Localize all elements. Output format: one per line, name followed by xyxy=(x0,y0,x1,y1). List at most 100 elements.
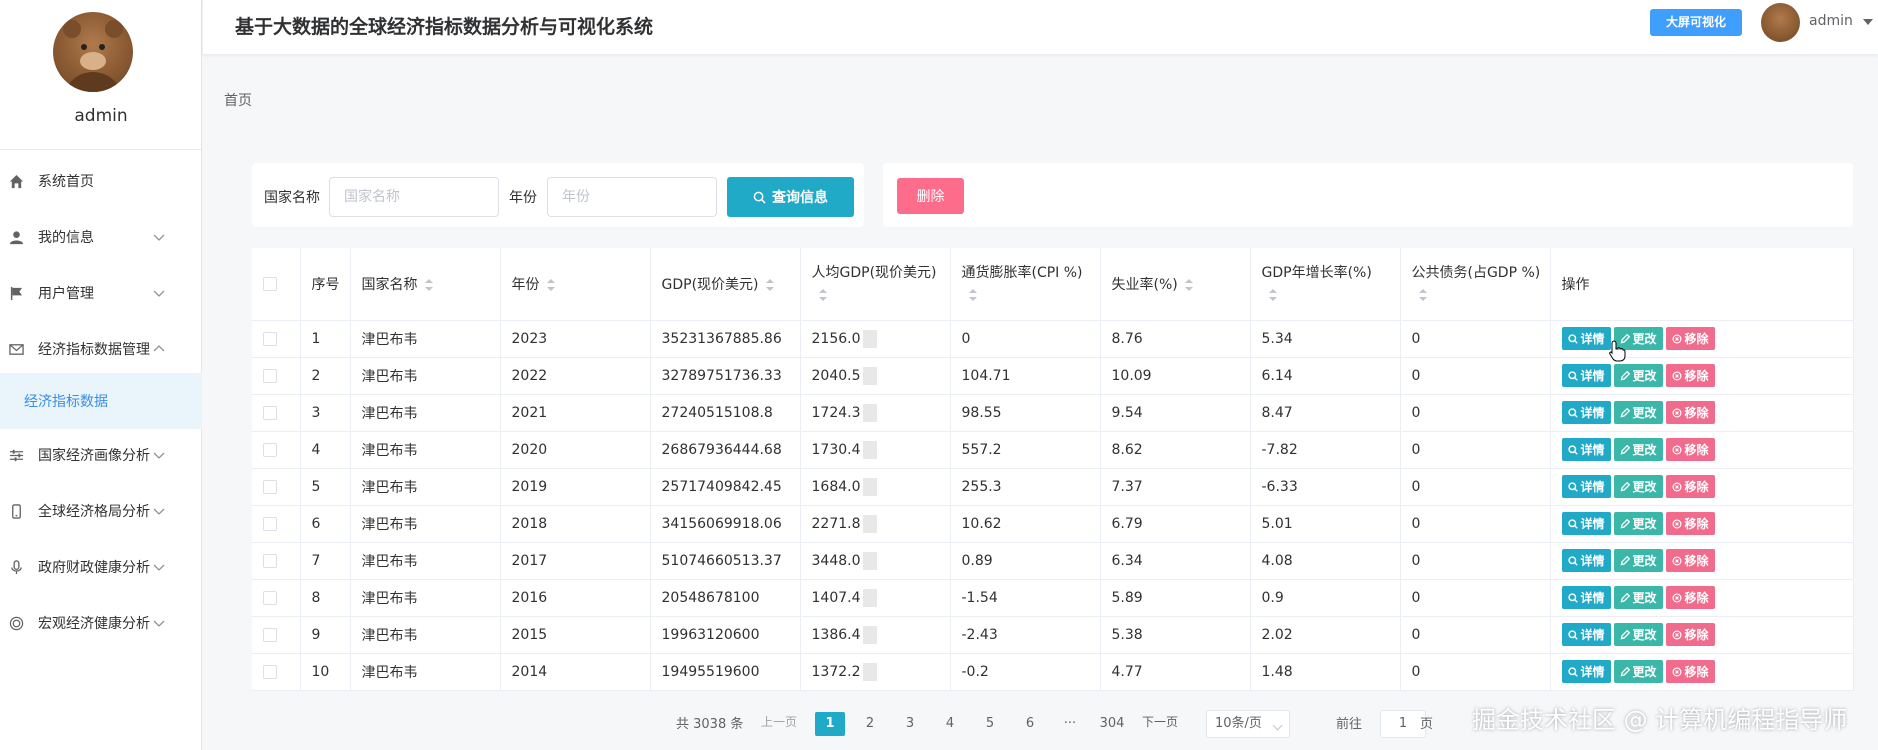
detail-button[interactable]: 详情 xyxy=(1561,512,1611,535)
row-checkbox-cell[interactable] xyxy=(252,468,301,506)
sort-icon[interactable] xyxy=(765,278,775,292)
sidebar-item-3[interactable]: 经济指标数据管理 xyxy=(0,321,202,377)
sidebar-item-1[interactable]: 我的信息 xyxy=(0,209,202,265)
sidebar-item-4[interactable]: 经济指标数据 xyxy=(0,373,202,429)
row-checkbox-cell[interactable] xyxy=(252,616,301,654)
detail-button[interactable]: 详情 xyxy=(1561,549,1611,572)
page-size-select[interactable]: 10条/页 xyxy=(1206,710,1290,738)
row-checkbox[interactable] xyxy=(263,442,277,457)
remove-button[interactable]: 移除 xyxy=(1665,364,1715,387)
page-number[interactable]: 4 xyxy=(935,712,965,736)
row-checkbox[interactable] xyxy=(263,331,277,346)
header-select-all[interactable] xyxy=(252,248,301,321)
edit-button[interactable]: 更改 xyxy=(1613,512,1663,535)
remove-button[interactable]: 移除 xyxy=(1665,401,1715,424)
column-header[interactable]: GDP年增长率(%) xyxy=(1250,248,1401,321)
page-number[interactable]: 5 xyxy=(975,712,1005,736)
edit-button[interactable]: 更改 xyxy=(1613,401,1663,424)
user-avatar[interactable] xyxy=(1761,3,1800,42)
column-header[interactable]: 国家名称 xyxy=(350,248,501,321)
row-checkbox-cell[interactable] xyxy=(252,320,301,358)
detail-button[interactable]: 详情 xyxy=(1561,475,1611,498)
remove-button[interactable]: 移除 xyxy=(1665,586,1715,609)
query-button[interactable]: 查询信息 xyxy=(727,177,854,217)
table-cell: 26867936444.68 xyxy=(650,431,801,469)
select-all-checkbox[interactable] xyxy=(263,276,277,291)
country-input[interactable] xyxy=(329,177,499,217)
edit-button[interactable]: 更改 xyxy=(1613,438,1663,461)
row-checkbox-cell[interactable] xyxy=(252,542,301,580)
sidebar-item-6[interactable]: 全球经济格局分析 xyxy=(0,483,202,539)
remove-button[interactable]: 移除 xyxy=(1665,660,1715,683)
page-number[interactable]: 3 xyxy=(895,712,925,736)
edit-button[interactable]: 更改 xyxy=(1613,623,1663,646)
remove-button[interactable]: 移除 xyxy=(1665,438,1715,461)
sidebar-item-0[interactable]: 系统首页 xyxy=(0,153,202,209)
sort-icon[interactable] xyxy=(968,288,978,302)
remove-button[interactable]: 移除 xyxy=(1665,475,1715,498)
sort-icon[interactable] xyxy=(818,288,828,302)
delete-button[interactable]: 删除 xyxy=(897,178,964,214)
bigscreen-button[interactable]: 大屏可视化 xyxy=(1650,9,1742,36)
row-checkbox-cell[interactable] xyxy=(252,431,301,469)
breadcrumb[interactable]: 首页 xyxy=(224,90,252,110)
column-header[interactable]: 人均GDP(现价美元) xyxy=(800,248,951,321)
row-checkbox[interactable] xyxy=(263,664,277,679)
detail-button[interactable]: 详情 xyxy=(1561,364,1611,387)
page-ellipsis[interactable]: ··· xyxy=(1055,712,1085,736)
row-checkbox[interactable] xyxy=(263,590,277,605)
edit-button[interactable]: 更改 xyxy=(1613,586,1663,609)
header-username[interactable]: admin xyxy=(1809,13,1853,29)
remove-button[interactable]: 移除 xyxy=(1665,512,1715,535)
detail-button[interactable]: 详情 xyxy=(1561,401,1611,424)
row-checkbox[interactable] xyxy=(263,405,277,420)
sort-icon[interactable] xyxy=(1184,278,1194,292)
column-header[interactable]: 年份 xyxy=(500,248,651,321)
next-page-button[interactable]: 下一页 xyxy=(1142,713,1178,730)
sidebar-item-2[interactable]: 用户管理 xyxy=(0,265,202,321)
sidebar-item-8[interactable]: 宏观经济健康分析 xyxy=(0,595,202,651)
year-input[interactable] xyxy=(547,177,717,217)
row-checkbox[interactable] xyxy=(263,516,277,531)
remove-button[interactable]: 移除 xyxy=(1665,327,1715,350)
sort-icon[interactable] xyxy=(1418,288,1428,302)
column-header[interactable]: 通货膨胀率(CPI %) xyxy=(950,248,1101,321)
prev-page-button[interactable]: 上一页 xyxy=(761,713,797,730)
row-checkbox-cell[interactable] xyxy=(252,579,301,617)
row-checkbox-cell[interactable] xyxy=(252,653,301,691)
detail-button[interactable]: 详情 xyxy=(1561,660,1611,683)
avatar[interactable] xyxy=(53,12,133,92)
column-header[interactable]: GDP(现价美元) xyxy=(650,248,801,321)
sort-icon[interactable] xyxy=(1268,288,1278,302)
column-header[interactable]: 失业率(%) xyxy=(1100,248,1251,321)
page-number[interactable]: 6 xyxy=(1015,712,1045,736)
page-last[interactable]: 304 xyxy=(1097,712,1127,736)
row-checkbox[interactable] xyxy=(263,553,277,568)
edit-button[interactable]: 更改 xyxy=(1613,475,1663,498)
row-checkbox[interactable] xyxy=(263,627,277,642)
cell-value: 2016 xyxy=(511,589,548,606)
detail-button[interactable]: 详情 xyxy=(1561,438,1611,461)
sidebar-item-7[interactable]: 政府财政健康分析 xyxy=(0,539,202,595)
detail-button[interactable]: 详情 xyxy=(1561,327,1611,350)
sidebar-item-5[interactable]: 国家经济画像分析 xyxy=(0,427,202,483)
row-checkbox[interactable] xyxy=(263,368,277,383)
edit-button[interactable]: 更改 xyxy=(1613,364,1663,387)
page-number[interactable]: 1 xyxy=(815,712,845,736)
detail-button[interactable]: 详情 xyxy=(1561,586,1611,609)
edit-button[interactable]: 更改 xyxy=(1613,660,1663,683)
page-number[interactable]: 2 xyxy=(855,712,885,736)
row-checkbox[interactable] xyxy=(263,479,277,494)
detail-button[interactable]: 详情 xyxy=(1561,623,1611,646)
row-checkbox-cell[interactable] xyxy=(252,505,301,543)
row-checkbox-cell[interactable] xyxy=(252,357,301,395)
caret-down-icon[interactable] xyxy=(1863,19,1873,25)
remove-button[interactable]: 移除 xyxy=(1665,623,1715,646)
sort-icon[interactable] xyxy=(546,278,556,292)
row-checkbox-cell[interactable] xyxy=(252,394,301,432)
sort-icon[interactable] xyxy=(424,278,434,292)
column-header[interactable]: 公共债务(占GDP %) xyxy=(1400,248,1551,321)
remove-button[interactable]: 移除 xyxy=(1665,549,1715,572)
cell-value: 19963120600 xyxy=(661,626,760,643)
edit-button[interactable]: 更改 xyxy=(1613,549,1663,572)
